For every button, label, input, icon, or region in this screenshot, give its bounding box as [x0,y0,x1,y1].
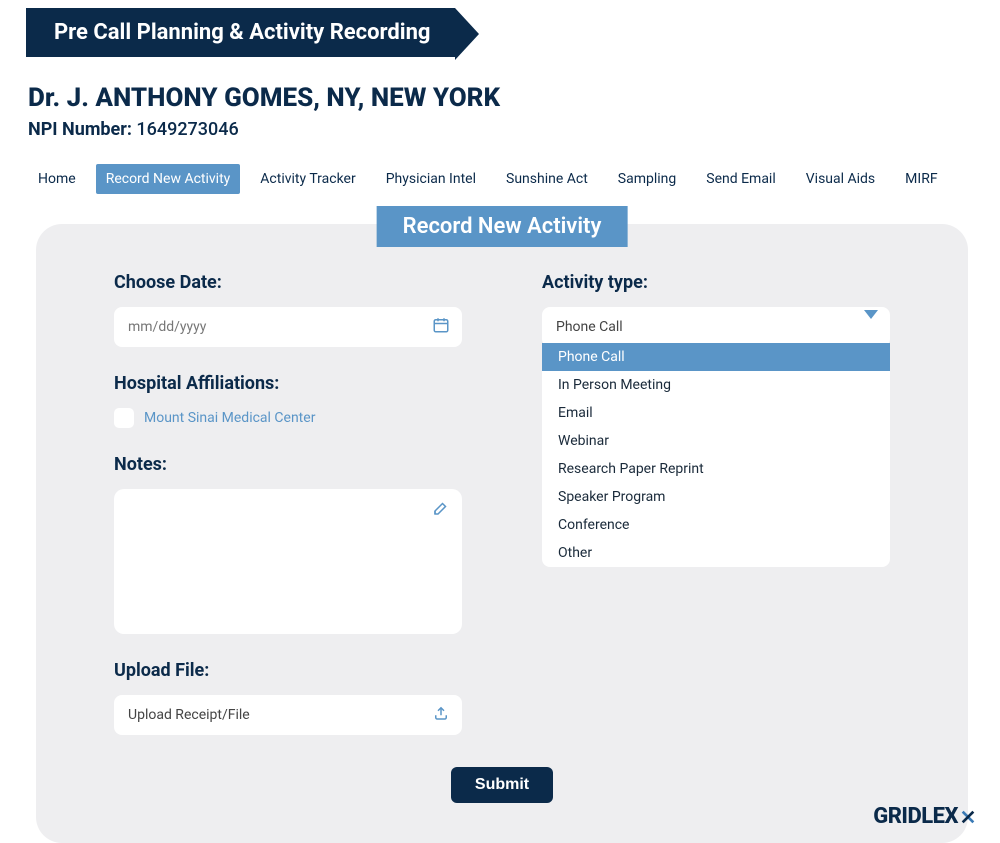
panel-title: Record New Activity [377,206,628,247]
activity-option-email[interactable]: Email [542,399,890,427]
tab-home[interactable]: Home [28,164,86,194]
npi-value: 1649273046 [136,119,238,140]
doctor-name: Dr. J. ANTHONY GOMES, NY, NEW YORK [28,83,1000,113]
tab-sampling[interactable]: Sampling [608,164,686,194]
edit-icon[interactable] [432,499,450,521]
activity-option-conference[interactable]: Conference [542,511,890,539]
date-label: Choose Date: [114,272,462,293]
activity-option-in-person-meeting[interactable]: In Person Meeting [542,371,890,399]
npi-label: NPI Number: [28,119,132,140]
hospital-label: Hospital Affiliations: [114,373,462,394]
upload-placeholder: Upload Receipt/File [128,707,250,723]
activity-select[interactable]: Phone Call [542,307,890,347]
tab-record-new-activity[interactable]: Record New Activity [96,164,241,194]
brand-text: GRIDLEX [873,804,958,829]
tab-mirf[interactable]: MIRF [895,164,947,194]
tab-physician-intel[interactable]: Physician Intel [376,164,486,194]
calendar-icon[interactable] [432,316,450,338]
tabs-bar: Home Record New Activity Activity Tracker P… [28,164,1000,194]
chevron-down-icon[interactable] [864,319,878,335]
notes-label: Notes: [114,454,462,475]
activity-option-research-paper-reprint[interactable]: Research Paper Reprint [542,455,890,483]
upload-input[interactable]: Upload Receipt/File [114,695,462,735]
activity-option-phone-call[interactable]: Phone Call [542,343,890,371]
record-activity-panel: Record New Activity Choose Date: mm/dd/y… [36,224,968,843]
activity-dropdown-list: Phone CallIn Person MeetingEmailWebinarR… [542,343,890,567]
submit-button[interactable]: Submit [451,767,553,803]
npi-row: NPI Number: 1649273046 [28,119,1000,140]
ribbon-title: Pre Call Planning & Activity Recording [54,20,431,45]
activity-option-webinar[interactable]: Webinar [542,427,890,455]
date-placeholder: mm/dd/yyyy [128,319,206,335]
tab-send-email[interactable]: Send Email [696,164,786,194]
tab-activity-tracker[interactable]: Activity Tracker [250,164,365,194]
activity-option-other[interactable]: Other [542,539,890,567]
hospital-checkbox[interactable] [114,408,134,428]
upload-icon[interactable] [432,704,450,726]
activity-selected: Phone Call [556,319,623,335]
upload-label: Upload File: [114,660,462,681]
tab-sunshine-act[interactable]: Sunshine Act [496,164,598,194]
date-input[interactable]: mm/dd/yyyy [114,307,462,347]
notes-textarea[interactable] [114,489,462,634]
activity-label: Activity type: [542,272,890,293]
hospital-option[interactable]: Mount Sinai Medical Center [144,410,315,426]
tab-visual-aids[interactable]: Visual Aids [796,164,885,194]
activity-option-speaker-program[interactable]: Speaker Program [542,483,890,511]
page-ribbon: Pre Call Planning & Activity Recording [26,8,455,57]
brand-logo: GRIDLEX [873,804,976,829]
